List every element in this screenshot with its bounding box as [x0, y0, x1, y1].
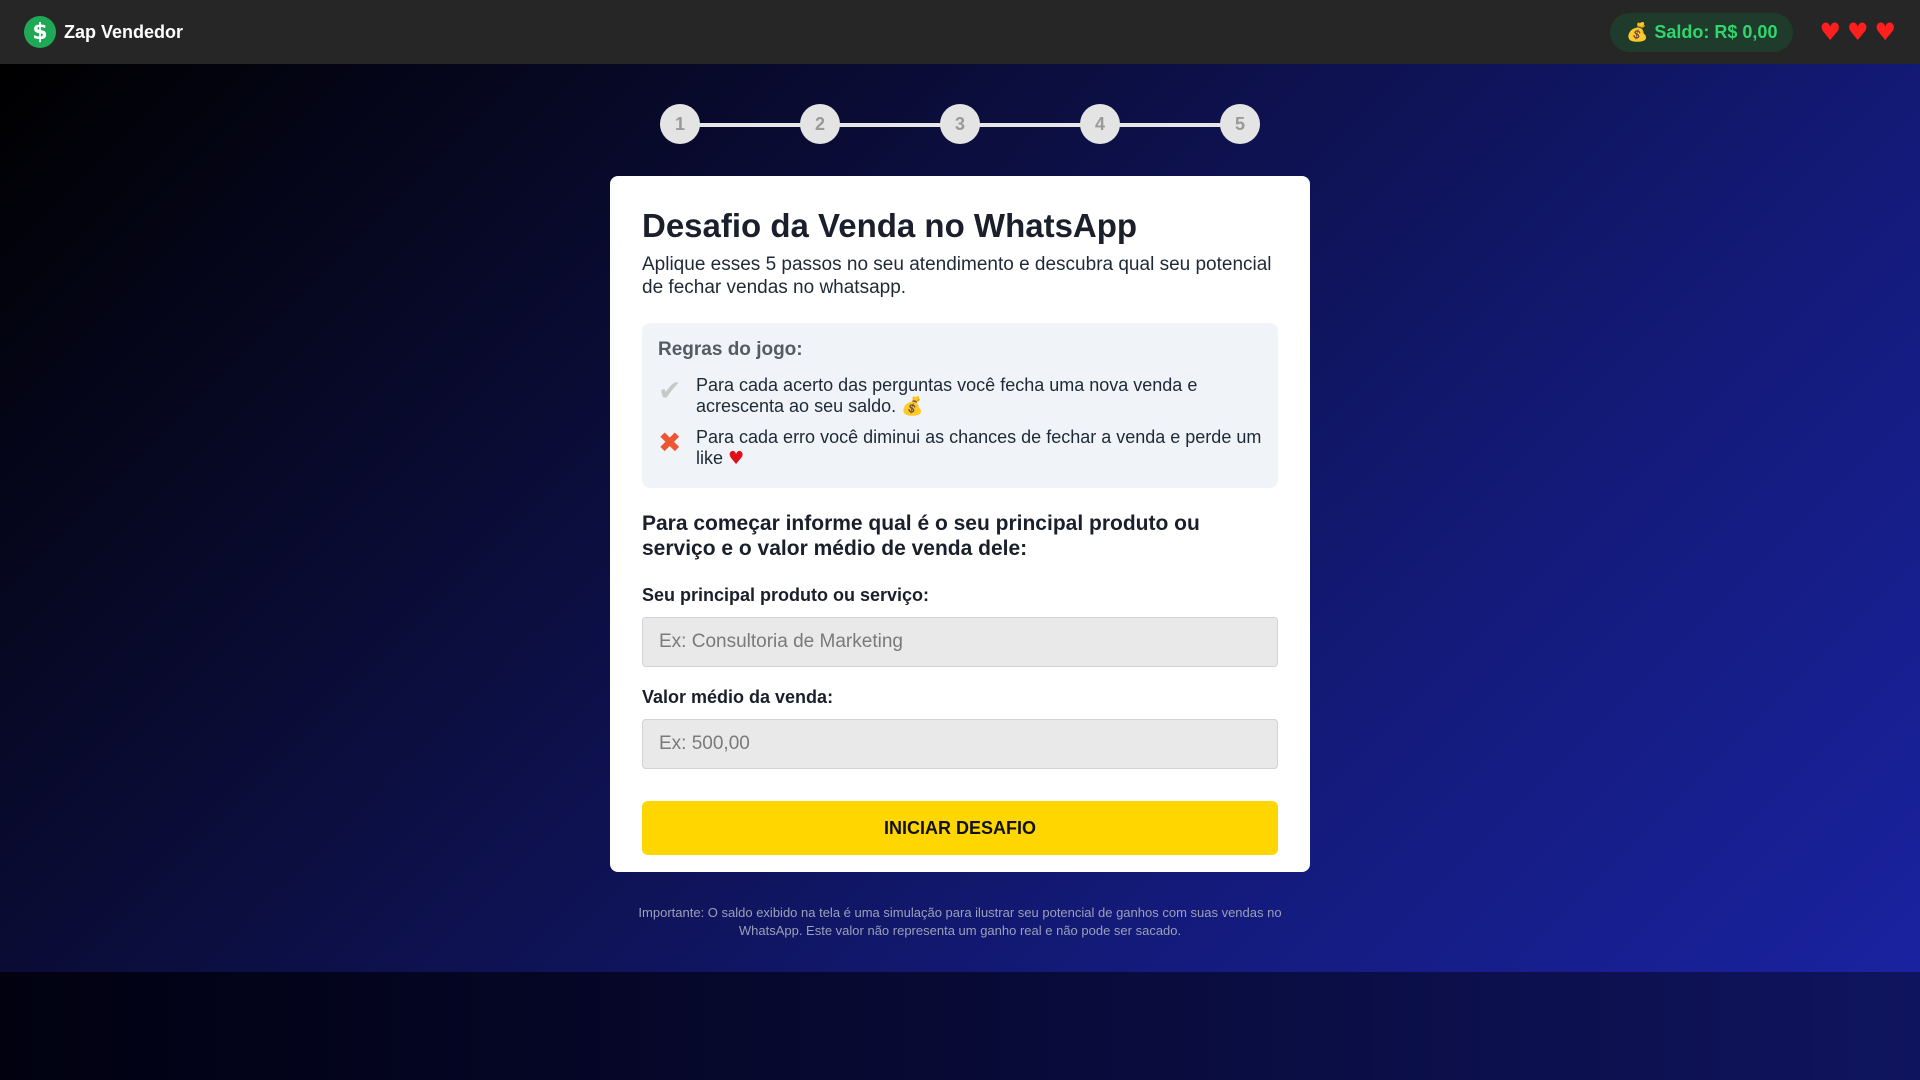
- money-bag-icon: 💰: [901, 395, 924, 417]
- cross-mark-icon: ✖: [658, 426, 682, 460]
- step-4: 4: [1080, 104, 1120, 144]
- money-bag-icon: 💰: [1625, 21, 1649, 43]
- top-bar: $ Zap Vendedor 💰 Saldo: R$ 0,00 ♥ ♥ ♥: [0, 0, 1920, 64]
- step-1: 1: [660, 104, 700, 144]
- brand[interactable]: $ Zap Vendedor: [24, 16, 183, 48]
- bottom-strip: [0, 972, 1920, 1080]
- status-area: 💰 Saldo: R$ 0,00 ♥ ♥ ♥: [1609, 12, 1896, 52]
- rule-text-body: Para cada erro você diminui as chances d…: [696, 427, 1262, 469]
- page-title: Desafio da Venda no WhatsApp: [642, 207, 1138, 244]
- value-field-label: Valor médio da venda:: [642, 687, 834, 708]
- rule-item: ✖ Para cada erro você diminui as chances…: [658, 427, 1262, 469]
- heart-icon: ♥: [1846, 18, 1869, 46]
- disclaimer-text: Importante: O saldo exibido na tela é um…: [638, 905, 1282, 938]
- rules-box: Regras do jogo: ✔ Para cada acerto das p…: [642, 323, 1278, 488]
- step-2: 2: [800, 104, 840, 144]
- start-challenge-button[interactable]: INICIAR DESAFIO: [642, 801, 1278, 856]
- page-subtitle: Aplique esses 5 passos no seu atendiment…: [642, 254, 1272, 298]
- rule-text-body: Para cada acerto das perguntas você fech…: [696, 375, 1198, 416]
- lives: ♥ ♥ ♥: [1819, 20, 1896, 44]
- balance-badge: 💰 Saldo: R$ 0,00: [1609, 12, 1794, 52]
- heart-icon: ♥: [728, 448, 745, 470]
- sale-value-input[interactable]: [642, 719, 1278, 770]
- balance-label: Saldo: R$ 0,00: [1654, 21, 1778, 42]
- product-input[interactable]: [642, 617, 1278, 668]
- rule-text: Para cada acerto das perguntas você fech…: [696, 375, 1262, 417]
- step-3: 3: [940, 104, 980, 144]
- rules-title: Regras do jogo:: [658, 339, 803, 361]
- product-field-label: Seu principal produto ou serviço:: [642, 585, 930, 606]
- heart-icon: ♥: [1819, 18, 1841, 46]
- step-5: 5: [1220, 104, 1260, 144]
- rule-text: Para cada erro você diminui as chances d…: [696, 427, 1262, 469]
- progress-stepper: 1 2 3 4 5: [660, 104, 1260, 144]
- rule-item: ✔ Para cada acerto das perguntas você fe…: [658, 375, 1262, 417]
- heart-icon: ♥: [1874, 18, 1896, 46]
- challenge-card: Desafio da Venda no WhatsApp Aplique ess…: [610, 176, 1310, 872]
- brand-name: Zap Vendedor: [64, 21, 184, 42]
- form-prompt: Para começar informe qual é o seu princi…: [642, 511, 1200, 560]
- dollar-logo-icon: $: [24, 16, 56, 48]
- check-mark-icon: ✔: [658, 374, 682, 408]
